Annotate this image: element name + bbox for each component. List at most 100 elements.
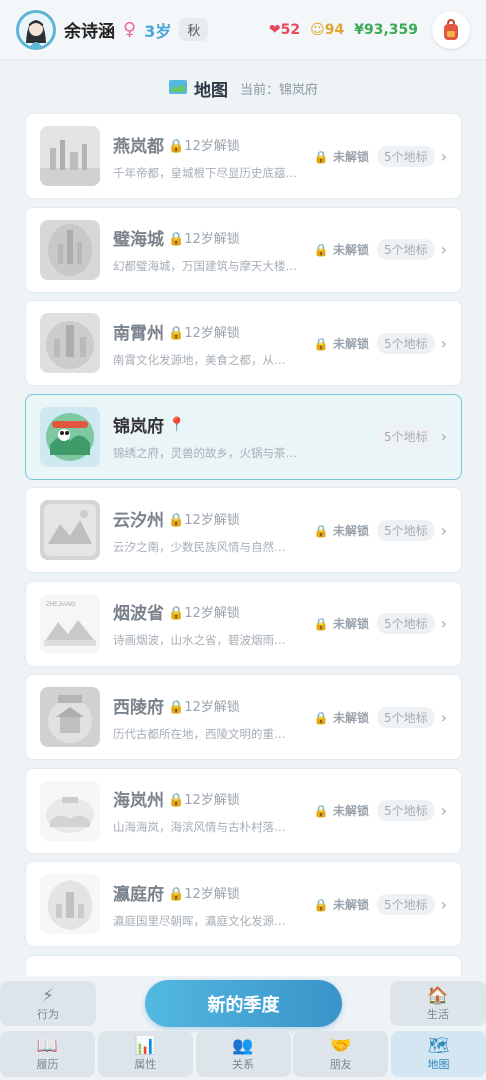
coin-icon: ☺ bbox=[310, 21, 325, 38]
city-name: 西陵府 bbox=[113, 697, 164, 718]
backpack-button[interactable] bbox=[432, 10, 470, 49]
chevron-right-icon: › bbox=[440, 240, 447, 259]
map-header: 地图 当前：锦岚府 bbox=[0, 76, 486, 101]
avatar[interactable] bbox=[16, 9, 56, 50]
chevron-right-icon: › bbox=[440, 801, 447, 820]
chevron-right-icon: › bbox=[440, 333, 447, 353]
city-description: 山海海岚，海滨风情与古朴村落… bbox=[113, 820, 286, 834]
landmark-count: 5个地标 bbox=[376, 426, 435, 447]
city-description: 幻都璧海城，万国建筑与摩天大楼… bbox=[113, 259, 297, 273]
city-description: 千年帝都，皇城根下尽显历史底蕴… bbox=[113, 165, 297, 180]
lock-icon: 🔒 bbox=[168, 793, 185, 808]
landmark-count: 5个地标 bbox=[376, 519, 435, 541]
city-card-yunxi[interactable]: 云汐州 🔒12岁解锁 云汐之南，少数民族风情与自然… 🔒 未解锁 5个地标 › bbox=[25, 487, 462, 573]
lock-icon: 🔒 bbox=[168, 232, 185, 247]
lock-requirement: 🔒12岁解锁 bbox=[168, 699, 240, 715]
landmark-count: 5个地标 bbox=[376, 332, 435, 354]
top-bar: 余诗涵 ♀ 3岁 秋 ❤52 ☺94 ¥93,359 bbox=[0, 0, 486, 60]
lock-status: 🔒 未解锁 bbox=[313, 897, 369, 912]
coin-value: 94 bbox=[324, 21, 345, 38]
city-thumbnail bbox=[40, 219, 100, 280]
health-stat: ❤52 bbox=[269, 22, 300, 38]
people-icon: 👥 bbox=[232, 1036, 254, 1056]
city-description: 南霄文化发源地，美食之都，从… bbox=[113, 352, 286, 367]
chevron-right-icon: › bbox=[440, 520, 447, 540]
life-label: 生活 bbox=[427, 1007, 449, 1021]
nav-item-relations[interactable]: 👥 关系 bbox=[195, 1031, 291, 1077]
city-thumbnail bbox=[40, 406, 100, 467]
city-name: 燕岚都 bbox=[113, 136, 164, 157]
chevron-right-icon: › bbox=[440, 707, 447, 727]
city-description: 瀛庭国里尽朝晖，瀛庭文化发源… bbox=[113, 913, 286, 928]
chart-icon: 📊 bbox=[134, 1036, 156, 1056]
lock-icon: 🔒 bbox=[313, 804, 329, 818]
health-value: 52 bbox=[280, 21, 301, 38]
lock-icon: 🔒 bbox=[313, 523, 329, 538]
landmark-count: 5个地标 bbox=[376, 800, 435, 821]
life-button[interactable]: 🏠 生活 bbox=[390, 981, 486, 1026]
city-description: 云汐之南，少数民族风情与自然… bbox=[113, 539, 286, 554]
city-name: 烟波省 bbox=[113, 604, 164, 624]
lock-status: 🔒 未解锁 bbox=[313, 243, 369, 257]
lock-status: 🔒 未解锁 bbox=[313, 336, 369, 351]
house-icon: 🏠 bbox=[427, 985, 449, 1006]
city-thumbnail bbox=[40, 313, 100, 373]
city-card-jinlan[interactable]: 锦岚府 📍 锦绣之府，灵兽的故乡，火锅与茶馆，悠闲… 5个地标 › bbox=[25, 393, 462, 480]
current-city-label: 当前：锦岚府 bbox=[239, 83, 318, 98]
city-card-bihai[interactable]: 璧海城 🔒12岁解锁 幻都璧海城，万国建筑与摩天大楼… 🔒 未解锁 5个地标 › bbox=[25, 206, 462, 293]
backpack-icon bbox=[444, 18, 458, 40]
thumbnail-caption: ZHEJIANG bbox=[46, 602, 76, 608]
player-age: 3岁 bbox=[144, 21, 172, 41]
city-name: 海岚州 bbox=[113, 791, 164, 811]
city-card-hailan[interactable]: 海岚州 🔒12岁解锁 山海海岚，海滨风情与古朴村落… 🔒 未解锁 5个地标 › bbox=[25, 767, 462, 854]
lock-requirement: 🔒12岁解锁 bbox=[168, 886, 240, 902]
city-card-yanbo[interactable]: ZHEJIANG 烟波省 🔒12岁解锁 诗画烟波，山水之省，碧波烟雨… 🔒 未解… bbox=[25, 580, 462, 667]
coin-stat: ☺94 bbox=[310, 22, 344, 38]
lock-requirement: 🔒12岁解锁 bbox=[168, 606, 240, 621]
map-icon: 🗺 bbox=[427, 1036, 450, 1056]
player-name: 余诗涵 bbox=[64, 22, 115, 42]
lock-icon: 🔒 bbox=[313, 149, 329, 164]
city-card-yingting[interactable]: 瀛庭府 🔒12岁解锁 瀛庭国里尽朝晖，瀛庭文化发源… 🔒 未解锁 5个地标 › bbox=[25, 861, 462, 947]
bottom-bar: ⚡ 行为 新的季度 🏠 生活 📖 履历 📊 属性 👥 关系 🤝 朋友 🗺 地图 bbox=[0, 976, 486, 1080]
city-name: 璧海城 bbox=[113, 230, 164, 250]
landmark-count: 5个地标 bbox=[376, 893, 435, 915]
stats-group: ❤52 ☺94 ¥93,359 bbox=[269, 22, 418, 38]
season-badge: 秋 bbox=[179, 18, 209, 41]
lock-icon: 🔒 bbox=[313, 617, 329, 631]
city-name: 南霄州 bbox=[113, 323, 164, 344]
landmark-count: 5个地标 bbox=[376, 239, 435, 260]
city-description: 锦绣之府，灵兽的故乡，火锅与茶馆，悠闲… bbox=[113, 446, 303, 460]
action-label: 行为 bbox=[37, 1007, 59, 1021]
money-value: ¥93,359 bbox=[354, 21, 418, 38]
nav-item-history[interactable]: 📖 履历 bbox=[0, 1031, 95, 1077]
lock-requirement: 🔒12岁解锁 bbox=[168, 138, 240, 154]
lock-icon: 🔒 bbox=[313, 897, 329, 912]
city-card-nanxiao[interactable]: 南霄州 🔒12岁解锁 南霄文化发源地，美食之都，从… 🔒 未解锁 5个地标 › bbox=[25, 300, 462, 386]
new-season-button[interactable]: 新的季度 bbox=[145, 980, 342, 1027]
chevron-right-icon: › bbox=[440, 427, 447, 446]
lock-status: 🔒 未解锁 bbox=[313, 617, 369, 631]
chevron-right-icon: › bbox=[440, 894, 447, 914]
avatar-girl-icon bbox=[19, 12, 53, 47]
lock-icon: 🔒 bbox=[168, 699, 185, 715]
lock-status: 🔒 未解锁 bbox=[313, 804, 369, 818]
landmark-count: 5个地标 bbox=[376, 613, 435, 634]
page-title: 地图 bbox=[193, 81, 228, 101]
handshake-icon: 🤝 bbox=[330, 1036, 352, 1056]
city-description: 诗画烟波，山水之省，碧波烟雨… bbox=[113, 633, 286, 647]
lock-requirement: 🔒12岁解锁 bbox=[168, 512, 240, 528]
city-card-xiling[interactable]: 西陵府 🔒12岁解锁 历代古都所在地，西陵文明的重… 🔒 未解锁 5个地标 › bbox=[25, 674, 462, 760]
nav-item-attributes[interactable]: 📊 属性 bbox=[97, 1031, 193, 1077]
city-thumbnail bbox=[40, 687, 100, 747]
lock-status: 🔒 未解锁 bbox=[313, 523, 369, 538]
city-name: 瀛庭府 bbox=[113, 884, 164, 905]
action-button[interactable]: ⚡ 行为 bbox=[0, 981, 96, 1026]
city-thumbnail bbox=[40, 874, 100, 934]
city-card-yanlan[interactable]: 燕岚都 🔒12岁解锁 千年帝都，皇城根下尽显历史底蕴… 🔒 未解锁 5个地标 › bbox=[25, 113, 462, 199]
nav-item-friends[interactable]: 🤝 朋友 bbox=[293, 1031, 389, 1077]
lock-status: 🔒 未解锁 bbox=[313, 149, 369, 164]
book-icon: 📖 bbox=[36, 1036, 59, 1056]
nav-item-map[interactable]: 🗺 地图 bbox=[391, 1031, 486, 1077]
lock-icon: 🔒 bbox=[168, 606, 185, 621]
